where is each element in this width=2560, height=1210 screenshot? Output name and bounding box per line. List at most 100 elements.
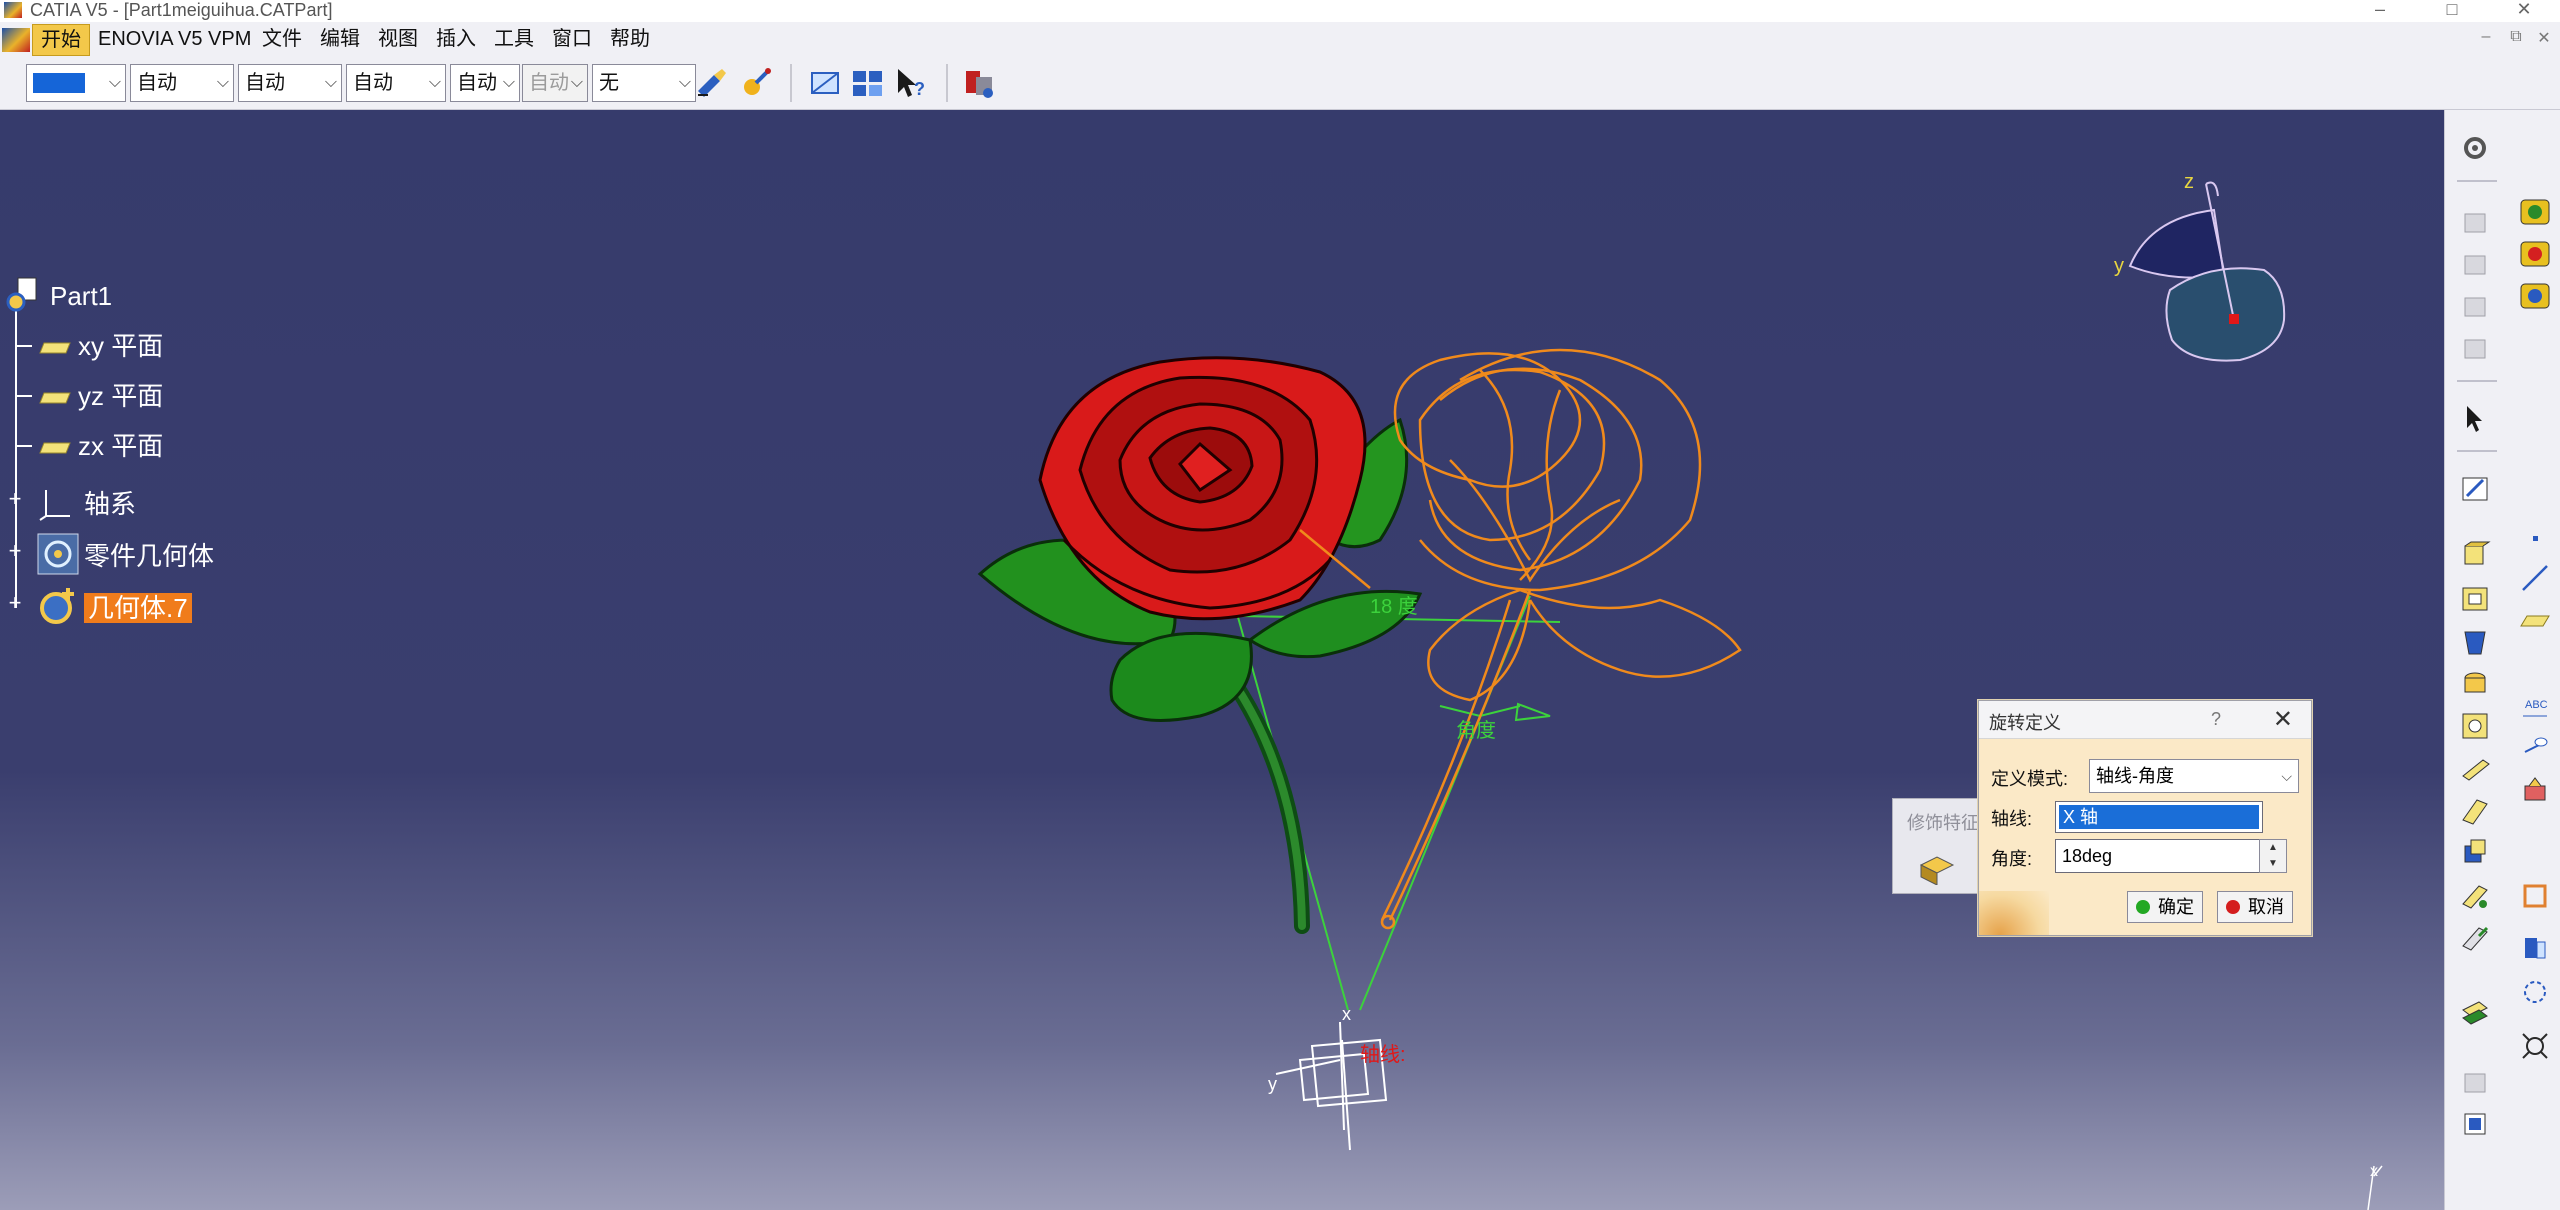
view-mode-icon[interactable] bbox=[808, 65, 844, 101]
axis-triad-x-label: x bbox=[1342, 1004, 1351, 1024]
point-symbol-combo[interactable]: 自动 ⌵ bbox=[450, 64, 520, 102]
rib-icon[interactable] bbox=[2459, 710, 2491, 742]
catalog-browser-icon[interactable] bbox=[962, 65, 998, 101]
sketcher-icon[interactable] bbox=[2459, 472, 2491, 504]
layer-value: 无 bbox=[599, 72, 619, 94]
line-type-combo[interactable]: 自动 ⌵ bbox=[346, 64, 446, 102]
chevron-down-icon: ⌵ bbox=[502, 74, 515, 91]
3d-viewport[interactable]: Part1 xy 平面 yz 平面 zx 平面 + 轴系 + 零件几何体 + 几… bbox=[0, 110, 2444, 1210]
compass-widget bbox=[2128, 181, 2286, 362]
dialog-close-button[interactable]: ✕ bbox=[2273, 705, 2293, 734]
axis-field[interactable]: X 轴 bbox=[2055, 801, 2263, 833]
dress-up-toolbar-title: 修饰特征 bbox=[1907, 813, 1979, 833]
shaft-icon[interactable] bbox=[2459, 626, 2491, 658]
sketch-analysis-icon[interactable] bbox=[2519, 196, 2551, 228]
annotation-text-icon[interactable]: ABC bbox=[2519, 690, 2551, 722]
select-arrow-icon[interactable] bbox=[2459, 402, 2491, 434]
menu-file[interactable]: 文件 bbox=[254, 24, 310, 56]
format-painter-icon[interactable] bbox=[694, 65, 730, 101]
dialog-decoration bbox=[1979, 891, 2049, 935]
hole-icon[interactable] bbox=[2459, 668, 2491, 700]
publication-icon[interactable] bbox=[2519, 880, 2551, 912]
menu-enovia[interactable]: ENOVIA V5 VPM bbox=[90, 24, 259, 56]
stiffener-icon[interactable] bbox=[2459, 752, 2491, 784]
curvature-analysis-icon[interactable] bbox=[2519, 280, 2551, 312]
transformation-icon[interactable] bbox=[2519, 976, 2551, 1008]
menu-view[interactable]: 视图 bbox=[370, 24, 426, 56]
apply-material-icon[interactable] bbox=[2519, 774, 2551, 806]
toolbar-separator bbox=[946, 64, 948, 102]
angle-input[interactable]: 18deg bbox=[2055, 839, 2263, 873]
cancel-label: 取消 bbox=[2248, 897, 2284, 917]
ok-button[interactable]: 确定 bbox=[2127, 891, 2203, 923]
chevron-down-icon: ⌵ bbox=[570, 74, 583, 91]
fit-all-icon[interactable] bbox=[2519, 1030, 2551, 1062]
chevron-down-icon: ⌵ bbox=[678, 74, 691, 91]
grayed-tool-icon bbox=[2464, 255, 2486, 275]
multi-view-icon[interactable] bbox=[850, 65, 886, 101]
catia-app-icon bbox=[4, 2, 22, 18]
graphic-properties-wizard-icon[interactable] bbox=[738, 65, 774, 101]
boolean-operations-icon[interactable] bbox=[2459, 996, 2491, 1028]
compass-y-label: y bbox=[2114, 255, 2124, 277]
point-icon[interactable] bbox=[2519, 522, 2551, 554]
corner-axis-x-label: x bbox=[2370, 1163, 2378, 1180]
minimize-button[interactable]: – bbox=[2360, 0, 2400, 20]
rotation-definition-dialog[interactable]: 旋转定义 ? ✕ 定义模式: 轴线-角度 ⌵ 轴线: X 轴 角度: 18deg… bbox=[1978, 700, 2312, 936]
axis-label: 轴线: bbox=[1991, 809, 2033, 829]
3d-scene: x y z y x bbox=[977, 171, 2383, 1210]
draft-analysis-icon[interactable] bbox=[2519, 238, 2551, 270]
catia-logo-icon[interactable] bbox=[2, 28, 30, 52]
close-window-button[interactable]: ✕ bbox=[2504, 0, 2544, 20]
mdi-restore-button[interactable]: ⧉ bbox=[2502, 28, 2530, 52]
menu-help[interactable]: 帮助 bbox=[602, 24, 658, 56]
compass-z-label: z bbox=[2184, 171, 2194, 193]
line-icon[interactable] bbox=[2519, 562, 2551, 594]
toolbar-separator bbox=[790, 64, 792, 102]
whats-this-help-icon[interactable]: ? bbox=[892, 65, 928, 101]
dress-up-features-toolbar[interactable]: 修饰特征 bbox=[1892, 798, 1992, 894]
menu-tools[interactable]: 工具 bbox=[486, 24, 542, 56]
cancel-button[interactable]: 取消 bbox=[2217, 891, 2293, 923]
dialog-title: 旋转定义 bbox=[1989, 713, 2061, 733]
menu-edit[interactable]: 编辑 bbox=[312, 24, 368, 56]
pocket-icon[interactable] bbox=[2459, 582, 2491, 614]
gear-icon[interactable] bbox=[2459, 132, 2491, 164]
menu-window[interactable]: 窗口 bbox=[544, 24, 600, 56]
maximize-button[interactable]: □ bbox=[2432, 0, 2472, 20]
point-symbol-value: 自动 bbox=[457, 72, 497, 94]
chevron-down-icon: ⌵ bbox=[108, 74, 121, 91]
menu-insert[interactable]: 插入 bbox=[428, 24, 484, 56]
color-combo[interactable]: ⌵ bbox=[26, 64, 126, 102]
pad-icon[interactable] bbox=[2459, 538, 2491, 570]
layer-combo[interactable]: 无 ⌵ bbox=[592, 64, 696, 102]
line-thickness-combo[interactable]: 自动 ⌵ bbox=[238, 64, 342, 102]
measure-icon[interactable] bbox=[2519, 932, 2551, 964]
mdi-close-button[interactable]: ✕ bbox=[2530, 28, 2558, 52]
plane-tool-icon[interactable] bbox=[2519, 604, 2551, 636]
multi-section-solid-icon[interactable] bbox=[2459, 794, 2491, 826]
chevron-down-icon: ⌵ bbox=[428, 74, 441, 91]
dialog-titlebar[interactable]: 旋转定义 ? ✕ bbox=[1979, 701, 2311, 739]
flag-note-icon[interactable] bbox=[2519, 732, 2551, 764]
toolbar-separator bbox=[2457, 180, 2497, 182]
angle-spinner[interactable]: ▲ ▼ bbox=[2259, 839, 2287, 873]
dialog-help-button[interactable]: ? bbox=[2211, 709, 2221, 730]
angle-field-label: 角度: bbox=[1991, 849, 2033, 869]
menu-bar: 开始 ENOVIA V5 VPM 文件 编辑 视图 插入 工具 窗口 帮助 – … bbox=[0, 22, 2560, 56]
surface-based-features-icon[interactable] bbox=[2459, 880, 2491, 912]
chevron-down-icon: ⌵ bbox=[216, 74, 229, 91]
svg-text:?: ? bbox=[914, 79, 925, 99]
grayed-tool-icon bbox=[2464, 339, 2486, 359]
mdi-minimize-button[interactable]: – bbox=[2472, 28, 2500, 52]
angle-annotation: 18 度 bbox=[1370, 596, 1418, 618]
axis-annotation: 轴线: bbox=[1360, 1044, 1406, 1066]
definition-mode-select[interactable]: 轴线-角度 ⌵ bbox=[2089, 759, 2299, 793]
thickness-icon[interactable] bbox=[2459, 922, 2491, 954]
scan-or-define-in-work-object-icon[interactable] bbox=[2459, 1108, 2491, 1140]
solid-combine-icon[interactable] bbox=[2459, 836, 2491, 868]
toolbar-separator bbox=[2457, 450, 2497, 452]
menu-start[interactable]: 开始 bbox=[32, 24, 90, 56]
fillet-icon[interactable] bbox=[1917, 853, 1957, 885]
transparency-combo[interactable]: 自动 ⌵ bbox=[130, 64, 234, 102]
